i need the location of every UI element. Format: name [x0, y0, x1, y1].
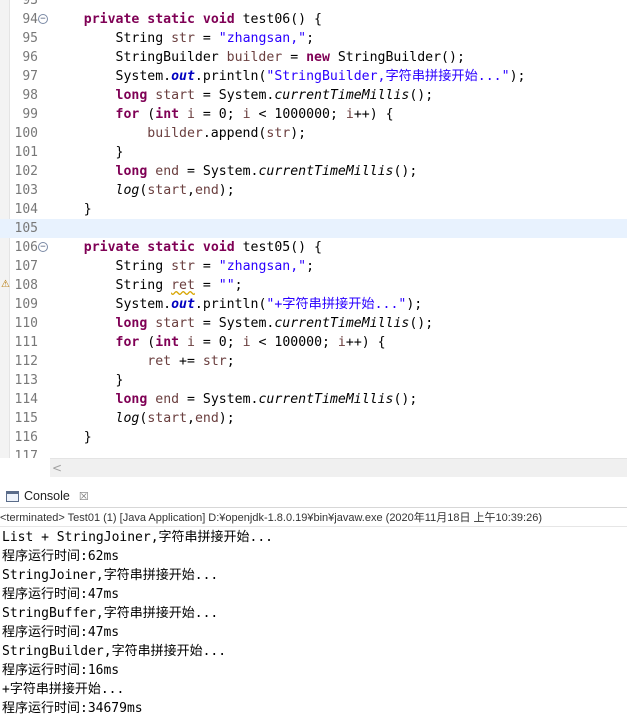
code-text: long start = System.currentTimeMillis();	[115, 88, 434, 103]
code-text: log(start,end);	[115, 183, 235, 198]
code-line[interactable]: 113 }	[0, 371, 627, 390]
console-view-header: Console ☒	[0, 484, 627, 508]
code-line[interactable]: 102 long end = System.currentTimeMillis(…	[0, 162, 627, 181]
code-text: System.out.println("+字符串拼接开始...");	[52, 297, 423, 312]
console-output-line: 程序运行时间:47ms	[2, 587, 120, 602]
line-number: 95	[22, 31, 38, 46]
code-line[interactable]: 93	[0, 0, 627, 10]
console-output-line: +字符串拼接开始...	[2, 682, 125, 697]
line-number: 96	[22, 50, 38, 65]
code-text: }	[52, 373, 124, 388]
line-number: 94	[22, 12, 38, 27]
ruler-corner	[0, 458, 50, 477]
line-number: 98	[22, 88, 38, 103]
code-text: private static void test05() {	[83, 240, 322, 255]
code-line[interactable]: 103 log(start,end);	[0, 181, 627, 200]
code-line[interactable]: 116 }	[0, 428, 627, 447]
code-text: long end = System.currentTimeMillis();	[115, 392, 418, 407]
code-line[interactable]: 106− private static void test05() {	[0, 238, 627, 257]
console-output-line: StringBuffer,字符串拼接开始...	[2, 606, 219, 621]
line-number: 114	[14, 392, 38, 407]
console-output-line: 程序运行时间:34679ms	[2, 701, 143, 716]
code-text: StringBuilder builder = new StringBuilde…	[52, 50, 465, 65]
code-text: String str = "zhangsan,";	[52, 31, 315, 46]
code-line[interactable]: 95 String str = "zhangsan,";	[0, 29, 627, 48]
line-number: 102	[14, 164, 38, 179]
line-number: 112	[14, 354, 38, 369]
console-output-line: StringJoiner,字符串拼接开始...	[2, 568, 219, 583]
code-line[interactable]: 112 ret += str;	[0, 352, 627, 371]
warning-icon[interactable]: ⚠	[0, 279, 11, 291]
code-text: private static void test06() {	[83, 12, 322, 27]
console-tab-label: Console	[24, 489, 70, 503]
fold-collapse-icon[interactable]: −	[38, 242, 48, 252]
tab-console[interactable]: Console ☒	[0, 484, 95, 508]
code-text: log(start,end);	[115, 411, 235, 426]
code-text: long end = System.currentTimeMillis();	[115, 164, 418, 179]
code-text: System.out.println("StringBuilder,字符串拼接开…	[52, 69, 526, 84]
code-text: }	[52, 145, 124, 160]
close-icon[interactable]: ☒	[79, 490, 89, 503]
line-number: 93	[22, 0, 38, 8]
console-output-line: List + StringJoiner,字符串拼接开始...	[2, 530, 274, 545]
code-editor[interactable]: 93 94− private static void test06() {95 S…	[0, 0, 627, 477]
code-line[interactable]: 111 for (int i = 0; i < 100000; i++) {	[0, 333, 627, 352]
line-number: 111	[14, 335, 38, 350]
code-text: builder.append(str);	[147, 126, 307, 141]
code-text: ret += str;	[147, 354, 235, 369]
console-output-line: 程序运行时间:16ms	[2, 663, 120, 678]
code-line[interactable]: 110 long start = System.currentTimeMilli…	[0, 314, 627, 333]
console-output-line: 程序运行时间:62ms	[2, 549, 120, 564]
code-line[interactable]: 109 System.out.println("+字符串拼接开始...");	[0, 295, 627, 314]
code-text: }	[52, 430, 92, 445]
line-number: 97	[22, 69, 38, 84]
code-line[interactable]: 105	[0, 219, 627, 238]
code-text: }	[52, 202, 92, 217]
code-text: for (int i = 0; i < 1000000; i++) {	[115, 107, 394, 122]
line-number: 110	[14, 316, 38, 331]
code-line[interactable]: 100 builder.append(str);	[0, 124, 627, 143]
console-output-line: StringBuilder,字符串拼接开始...	[2, 644, 227, 659]
code-line[interactable]: 94− private static void test06() {	[0, 10, 627, 29]
line-number: 101	[14, 145, 38, 160]
console-status-line: <terminated> Test01 (1) [Java Applicatio…	[0, 510, 627, 527]
code-line[interactable]: 101 }	[0, 143, 627, 162]
code-text: for (int i = 0; i < 100000; i++) {	[115, 335, 386, 350]
line-number: 106	[14, 240, 38, 255]
scroll-left-icon[interactable]: <	[52, 459, 64, 477]
line-number: 103	[14, 183, 38, 198]
line-number: 109	[14, 297, 38, 312]
code-line[interactable]: 104 }	[0, 200, 627, 219]
console-output[interactable]: List + StringJoiner,字符串拼接开始... 程序运行时间:62m…	[0, 528, 627, 718]
code-line[interactable]: 97 System.out.println("StringBuilder,字符串…	[0, 67, 627, 86]
code-text: String str = "zhangsan,";	[52, 259, 315, 274]
code-line[interactable]: 114 long end = System.currentTimeMillis(…	[0, 390, 627, 409]
line-number: 104	[14, 202, 38, 217]
line-number: 108	[14, 278, 38, 293]
code-line[interactable]: 98 long start = System.currentTimeMillis…	[0, 86, 627, 105]
line-number: 113	[14, 373, 38, 388]
horizontal-scrollbar[interactable]: <	[50, 458, 627, 477]
code-line[interactable]: 96 StringBuilder builder = new StringBui…	[0, 48, 627, 67]
code-line[interactable]: 115 log(start,end);	[0, 409, 627, 428]
line-number: 100	[14, 126, 38, 141]
line-number: 105	[14, 221, 38, 236]
fold-collapse-icon[interactable]: −	[38, 14, 48, 24]
line-number: 116	[14, 430, 38, 445]
code-text: long start = System.currentTimeMillis();	[115, 316, 434, 331]
code-line[interactable]: 107 String str = "zhangsan,";	[0, 257, 627, 276]
line-number: 99	[22, 107, 38, 122]
console-icon	[6, 490, 19, 502]
line-number: 107	[14, 259, 38, 274]
code-line[interactable]: 108 ⚠ String ret = "";	[0, 276, 627, 295]
console-output-line: 程序运行时间:47ms	[2, 625, 120, 640]
code-line[interactable]: 99 for (int i = 0; i < 1000000; i++) {	[0, 105, 627, 124]
line-number: 115	[14, 411, 38, 426]
code-text: String ret = "";	[52, 278, 243, 293]
